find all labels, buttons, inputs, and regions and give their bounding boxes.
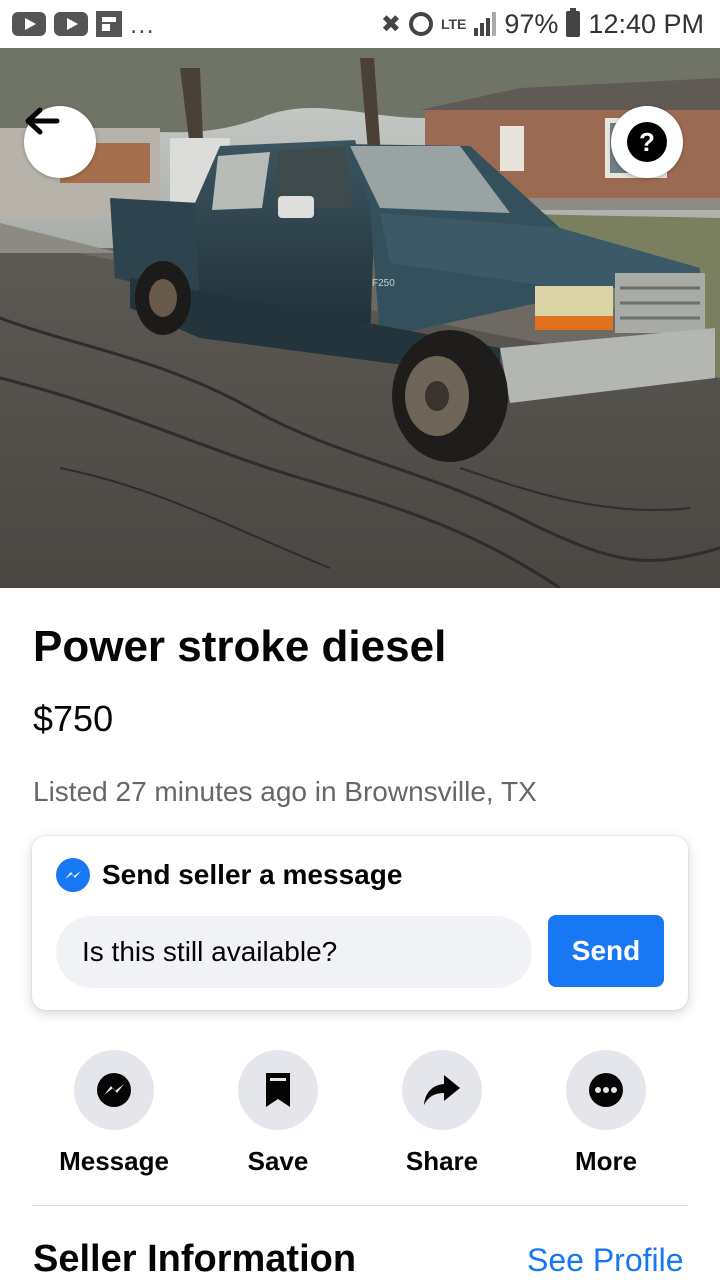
bookmark-icon bbox=[266, 1073, 290, 1107]
status-bar: ... ✖ LTE 97% 12:40 PM bbox=[0, 0, 720, 48]
more-action[interactable]: More bbox=[524, 1050, 688, 1177]
status-bar-notifications: ... bbox=[12, 9, 155, 40]
section-divider bbox=[32, 1205, 688, 1206]
listing-price: $750 bbox=[33, 698, 114, 739]
battery-percent: 97% bbox=[504, 8, 559, 39]
battery-icon bbox=[566, 8, 581, 37]
listing-meta: Listed 27 minutes ago in Brownsville, TX bbox=[33, 776, 537, 807]
more-dots-icon bbox=[589, 1073, 623, 1107]
more-action-circle[interactable] bbox=[566, 1050, 646, 1130]
message-action-label: Message bbox=[59, 1146, 169, 1176]
save-action-circle[interactable] bbox=[238, 1050, 318, 1130]
message-card-title: Send seller a message bbox=[102, 859, 403, 890]
share-action[interactable]: Share bbox=[360, 1050, 524, 1177]
clock: 12:40 PM bbox=[588, 8, 704, 39]
help-button[interactable]: ? bbox=[611, 106, 683, 178]
share-action-circle[interactable] bbox=[402, 1050, 482, 1130]
seller-information-heading: Seller Information bbox=[33, 1238, 357, 1280]
message-seller-card: Send seller a message Send bbox=[32, 836, 688, 1010]
message-action-circle[interactable] bbox=[74, 1050, 154, 1130]
alarm-icon bbox=[408, 12, 433, 36]
listing-photo[interactable]: F250 ? bbox=[0, 48, 720, 588]
save-action-label: Save bbox=[247, 1146, 309, 1176]
listing-title: Power stroke diesel bbox=[33, 622, 447, 671]
network-type: LTE bbox=[440, 16, 467, 32]
more-action-label: More bbox=[574, 1146, 638, 1176]
action-bar: Message Save Share More bbox=[32, 1050, 688, 1180]
message-card-header: Send seller a message bbox=[56, 858, 402, 892]
truck-photo: F250 bbox=[0, 48, 720, 588]
help-icon: ? bbox=[627, 122, 667, 162]
see-profile-link[interactable]: See Profile bbox=[527, 1242, 684, 1279]
youtube-icon bbox=[54, 12, 88, 36]
message-input[interactable] bbox=[56, 916, 532, 988]
send-button[interactable]: Send bbox=[548, 915, 664, 987]
youtube-icon bbox=[12, 12, 46, 36]
flipboard-icon bbox=[96, 11, 122, 37]
signal-strength-icon bbox=[474, 12, 497, 36]
share-arrow-icon bbox=[424, 1075, 460, 1105]
messenger-icon bbox=[97, 1073, 131, 1107]
back-button[interactable] bbox=[24, 106, 96, 178]
truck-badge: F250 bbox=[372, 278, 395, 289]
messenger-icon bbox=[56, 858, 90, 892]
message-action[interactable]: Message bbox=[32, 1050, 196, 1177]
save-action[interactable]: Save bbox=[196, 1050, 360, 1177]
vibrate-mute-icon: ✖ bbox=[380, 10, 401, 38]
more-notifications-indicator: ... bbox=[130, 8, 155, 39]
share-action-label: Share bbox=[405, 1146, 479, 1176]
status-bar-system: ✖ LTE 97% 12:40 PM bbox=[380, 8, 704, 40]
back-arrow-icon bbox=[25, 107, 60, 135]
